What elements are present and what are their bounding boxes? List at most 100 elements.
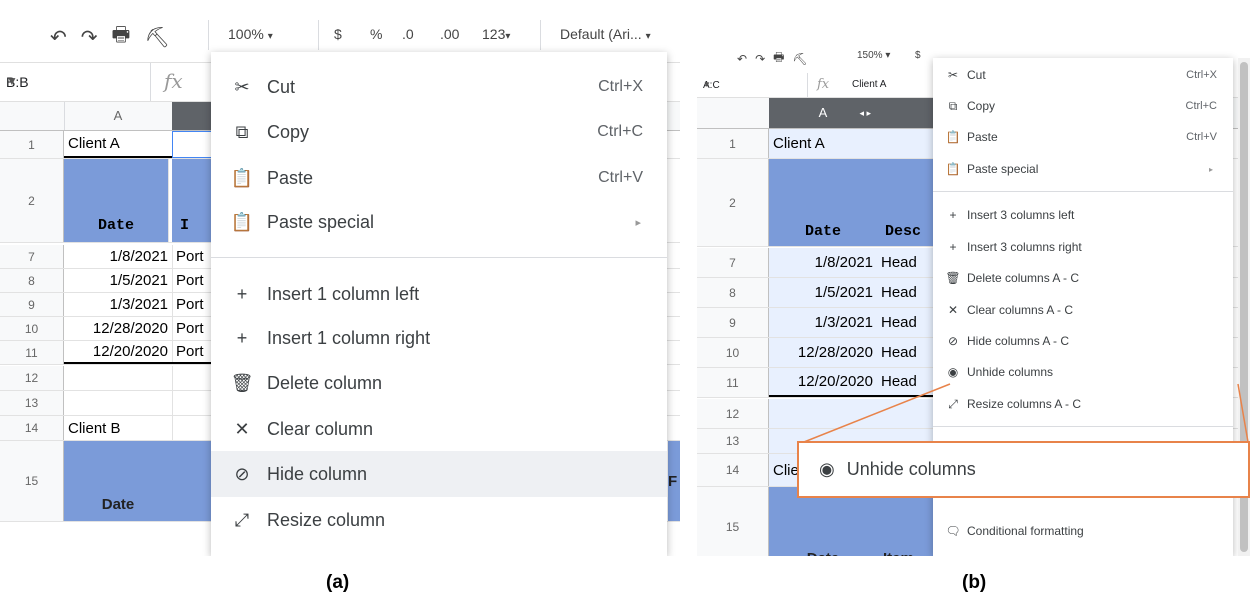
print-icon[interactable]: 🖶 [112,20,131,54]
row-number[interactable]: 8 [697,278,769,307]
callout-line-left [803,383,951,443]
menu-item-hide-columns[interactable]: ⊘ Hide columns A - C [933,326,1233,356]
zoom-select[interactable]: 150% ▾ [857,50,890,61]
cell[interactable]: 12/28/2020 [769,338,878,367]
select-all-corner[interactable] [697,98,770,128]
menu-item-insert-left[interactable]: + Insert 1 column left [211,271,667,317]
menu-item-label: Clear column [267,418,374,439]
cell[interactable]: 1/3/2021 [769,308,878,337]
menu-item-label: Paste [267,167,314,188]
row-number[interactable]: 14 [697,454,769,486]
name-box[interactable]: B:B ▼ [0,63,151,101]
row-number[interactable]: 15 [697,487,769,556]
cell[interactable]: Date [64,159,169,242]
row-number[interactable]: 9 [697,308,769,337]
currency-button[interactable]: $ [915,50,921,61]
menu-item-paste-special[interactable]: 📋 Paste special ▸ [211,199,667,245]
menu-item-label: Paste special [967,162,1039,176]
menu-item-resize-column[interactable]: ⤢ Resize column [211,497,667,543]
select-all-corner[interactable] [0,102,65,130]
menu-item-delete-column[interactable]: 🗑 Delete column [211,360,667,406]
shortcut-label: Ctrl+X [1186,69,1217,81]
row-number[interactable]: 10 [697,338,769,367]
row-number[interactable]: 15 [0,441,64,521]
menu-item-insert-left[interactable]: + Insert 3 columns left [933,200,1233,230]
cell[interactable]: F [668,441,680,521]
row-number[interactable]: 1 [697,129,769,158]
cell[interactable] [64,391,173,415]
fx-icon: fx [817,77,830,92]
menu-item-cut[interactable]: ✂ Cut Ctrl+X [933,60,1233,90]
cell[interactable]: 1/5/2021 [769,278,878,307]
column-header-a[interactable]: A ◂ ▸ [769,98,878,128]
menu-item-cut[interactable]: ✂ Cut Ctrl+X [211,64,667,110]
menu-item-hide-column[interactable]: ⊘ Hide column [211,451,667,497]
undo-icon[interactable]: ↶ [50,25,67,50]
formula-value[interactable]: Client A [852,79,886,90]
row-number[interactable]: 2 [697,159,769,246]
column-arrows-icon[interactable]: ◂ ▸ [859,98,871,128]
menu-item-paste[interactable]: 📋 Paste Ctrl+V [211,155,667,201]
redo-icon[interactable]: ↷ [81,25,98,50]
cell[interactable]: 12/20/2020 [64,341,173,364]
row-number[interactable]: 7 [0,245,64,268]
more-formats-button[interactable]: 123▾ [482,26,510,42]
cell[interactable]: Client B [64,416,173,440]
cell[interactable]: 1/8/2021 [64,245,173,268]
row-number[interactable]: 12 [0,366,64,390]
menu-item-clear-columns[interactable]: ✕ Clear columns A - C [933,295,1233,325]
currency-button[interactable]: $ [334,26,342,42]
callout-line-right [1237,383,1249,443]
undo-icon[interactable]: ↶ [737,52,747,66]
menu-item-copy[interactable]: ⧉ Copy Ctrl+C [211,109,667,155]
menu-item-delete-columns[interactable]: 🗑 Delete columns A - C [933,263,1233,293]
trash-icon: 🗑 [945,271,961,285]
menu-item-paste-special[interactable]: 📋 Paste special ▸ [933,154,1233,184]
cell[interactable] [877,129,938,158]
row-number[interactable]: 9 [0,293,64,316]
row-number[interactable]: 12 [697,399,769,428]
menu-item-insert-right[interactable]: + Insert 3 columns right [933,232,1233,262]
increase-decimal-button[interactable]: .00 [440,26,459,42]
menu-item-conditional-formatting[interactable]: 🗨 Conditional formatting [933,516,1233,546]
menu-item-paste[interactable]: 📋 Paste Ctrl+V [933,122,1233,152]
clipboard-icon: 📋 [945,130,961,144]
clipboard-icon: 📋 [230,167,254,188]
row-number[interactable]: 14 [0,416,64,440]
print-icon[interactable]: 🖶 [773,48,784,69]
cell[interactable]: 1/5/2021 [64,269,173,292]
toolbar-divider [318,20,319,50]
cell[interactable]: 12/28/2020 [64,317,173,340]
row-number[interactable]: 1 [0,131,64,158]
percent-button[interactable]: % [370,26,382,42]
row-number[interactable]: 11 [697,368,769,397]
menu-item-copy[interactable]: ⧉ Copy Ctrl+C [933,91,1233,121]
redo-icon[interactable]: ↷ [755,52,765,66]
row-number[interactable]: 8 [0,269,64,292]
cell[interactable]: Client A [64,131,173,158]
row-number[interactable]: 11 [0,341,64,364]
name-box[interactable]: A:C ▼ [697,73,808,97]
cell[interactable]: Client A [769,129,878,158]
column-header-a[interactable]: A [64,102,173,130]
menu-item-insert-right[interactable]: + Insert 1 column right [211,315,667,361]
menu-item-clear-column[interactable]: ✕ Clear column [211,406,667,452]
row-number[interactable]: 10 [0,317,64,340]
menu-item-label: Delete column [267,372,383,393]
row-number[interactable]: 13 [0,391,64,415]
cell[interactable]: 1/8/2021 [769,248,878,277]
row-number[interactable]: 13 [697,429,769,453]
cell[interactable]: Date [769,159,878,246]
row-number[interactable]: 2 [0,159,64,242]
font-select[interactable]: Default (Ari... ▾ [560,26,651,42]
paint-format-icon[interactable]: ⛏ [792,52,807,66]
paint-format-icon[interactable]: ⛏ [144,25,169,50]
cell[interactable] [64,366,173,390]
cell[interactable]: Date [64,441,173,521]
row-number[interactable]: 7 [697,248,769,277]
cell[interactable]: 1/3/2021 [64,293,173,316]
decrease-decimal-button[interactable]: .0 [402,26,414,42]
zoom-select[interactable]: 100% ▾ [228,26,273,42]
column-header-b[interactable] [877,98,938,128]
menu-divider [933,191,1233,192]
